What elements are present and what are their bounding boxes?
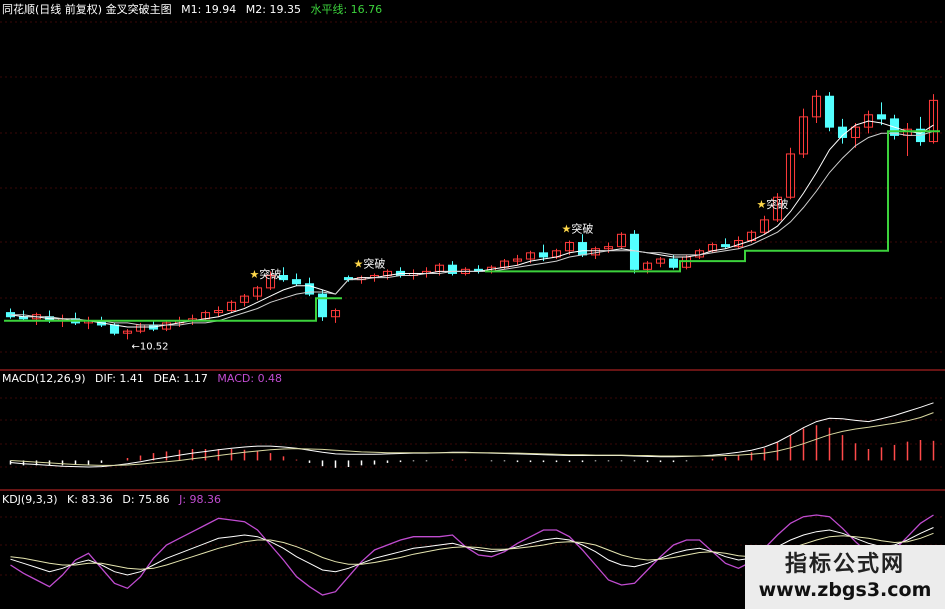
watermark-url: www.zbgs3.com — [758, 579, 932, 601]
candle-down — [629, 233, 640, 270]
kdj-title: KDJ(9,3,3) — [2, 493, 58, 506]
j-value: J: 98.36 — [179, 493, 222, 506]
m1-value: M1: 19.94 — [181, 3, 237, 16]
main-chart-title: 同花顺(日线 前复权) 金叉突破主图 — [2, 3, 172, 16]
k-value: K: 83.36 — [67, 493, 113, 506]
candle-down — [109, 324, 120, 334]
candle-down — [668, 258, 679, 268]
candle-down — [291, 279, 302, 285]
macd-header: MACD(12,26,9) DIF: 1.41 DEA: 1.17 MACD: … — [2, 372, 288, 386]
dif-value: DIF: 1.41 — [95, 372, 144, 385]
star-icon: ★ — [757, 198, 767, 211]
dea-line — [10, 412, 934, 466]
main-chart-header: 同花顺(日线 前复权) 金叉突破主图 M1: 19.94 M2: 19.35 水… — [2, 3, 388, 17]
low-price-label: ←10.52 — [132, 341, 169, 352]
breakout-label: ★突破 — [250, 267, 282, 281]
macd-title: MACD(12,26,9) — [2, 372, 86, 385]
breakout-text: 突破 — [363, 257, 385, 271]
kdj-header: KDJ(9,3,3) K: 83.36 D: 75.86 J: 98.36 — [2, 493, 227, 507]
breakout-text: 突破 — [766, 197, 788, 211]
ma-line-m2 — [10, 130, 934, 326]
candle-down — [577, 242, 588, 256]
star-icon: ★ — [250, 268, 260, 281]
ma-line-m1 — [10, 120, 934, 328]
level-value: 水平线: 16.76 — [310, 3, 383, 16]
macd-value: MACD: 0.48 — [217, 372, 283, 385]
dif-line — [10, 402, 934, 468]
breakout-label: ★突破 — [757, 197, 789, 211]
site-watermark: 指标公式网 www.zbgs3.com — [745, 545, 945, 609]
candle-down — [720, 244, 731, 248]
star-icon: ★ — [354, 258, 364, 271]
stock-chart-canvas[interactable]: ★突破★突破★突破★突破←10.52 — [0, 0, 945, 609]
candle-down — [538, 252, 549, 258]
breakout-label: ★突破 — [354, 257, 386, 271]
breakout-label: ★突破 — [562, 221, 594, 235]
dea-value: DEA: 1.17 — [153, 372, 208, 385]
breakout-text: 突破 — [259, 267, 281, 281]
level-line — [4, 130, 940, 322]
breakout-text: 突破 — [571, 221, 593, 235]
candle-down — [824, 95, 835, 128]
candle-down — [876, 114, 887, 120]
watermark-title: 指标公式网 — [784, 552, 905, 577]
m2-value: M2: 19.35 — [245, 3, 301, 16]
d-value: D: 75.86 — [122, 493, 170, 506]
star-icon: ★ — [562, 222, 572, 235]
